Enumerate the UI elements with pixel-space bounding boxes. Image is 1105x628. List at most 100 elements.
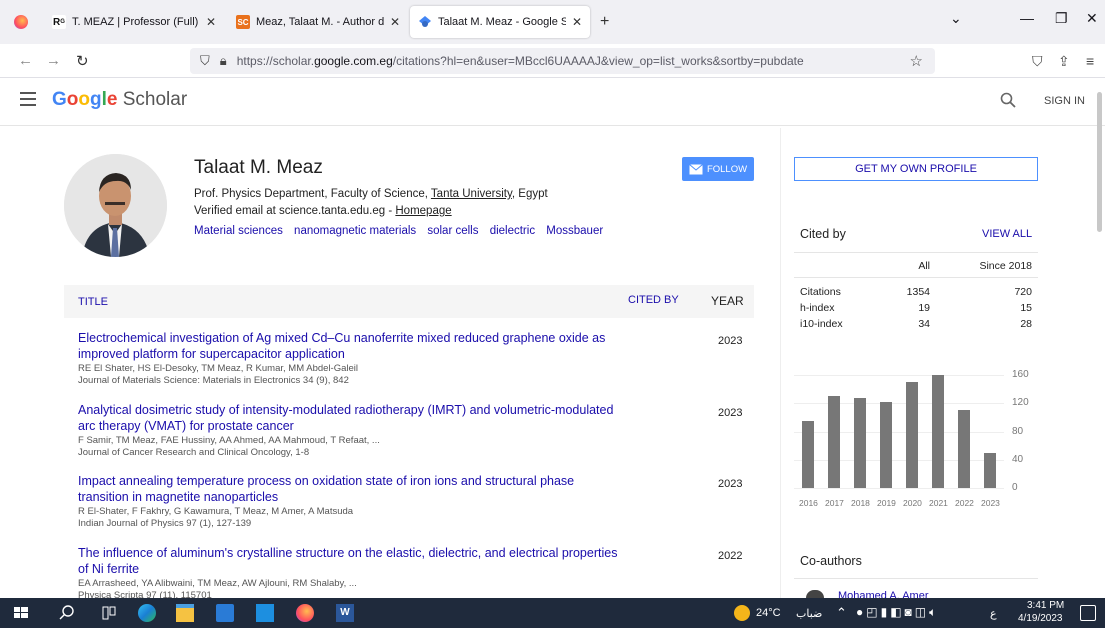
follow-label: FOLLOW bbox=[706, 163, 748, 175]
coauthors-title: Co-authors bbox=[800, 554, 862, 568]
windows-start-icon[interactable] bbox=[12, 604, 30, 622]
paper-title[interactable]: Electrochemical investigation of Ag mixe… bbox=[78, 331, 623, 362]
weather-icon[interactable] bbox=[734, 605, 750, 621]
search-icon[interactable] bbox=[1000, 92, 1016, 108]
input-language[interactable]: ع bbox=[990, 607, 997, 620]
clock-date[interactable]: 4/19/2023 bbox=[1018, 613, 1063, 624]
paper-authors: EA Arrasheed, YA Alibwaini, TM Meaz, AW … bbox=[78, 578, 357, 589]
chart-bar[interactable] bbox=[854, 398, 866, 488]
chart-x-tick: 2021 bbox=[929, 498, 948, 508]
logo-google: Google bbox=[52, 89, 118, 110]
sort-year[interactable]: YEAR bbox=[711, 294, 744, 308]
restore-icon[interactable]: ❐ bbox=[1055, 10, 1068, 27]
search-icon[interactable] bbox=[58, 604, 76, 622]
interest-link[interactable]: dielectric bbox=[490, 225, 535, 237]
pocket-icon[interactable]: ⛉ bbox=[1032, 53, 1043, 70]
interest-link[interactable]: Material sciences bbox=[194, 225, 283, 237]
chart-bar[interactable] bbox=[958, 410, 970, 488]
new-tab-icon[interactable]: + bbox=[600, 13, 609, 31]
word-icon[interactable]: W bbox=[336, 604, 354, 622]
paper-authors: F Samir, TM Meaz, FAE Hussiny, AA Ahmed,… bbox=[78, 435, 380, 446]
interest-link[interactable]: Mossbauer bbox=[546, 225, 603, 237]
stats-since: 28 bbox=[1020, 318, 1032, 330]
table-row: The influence of aluminum's crystalline … bbox=[64, 546, 754, 598]
paper-title[interactable]: Impact annealing temperature process on … bbox=[78, 474, 623, 505]
sort-title[interactable]: TITLE bbox=[78, 296, 108, 308]
scholar-logo[interactable]: Google Scholar bbox=[52, 89, 187, 111]
table-header: TITLE CITED BY YEAR bbox=[64, 285, 754, 318]
clock-time[interactable]: 3:41 PM bbox=[1027, 600, 1064, 611]
weather-desc[interactable]: ضباب bbox=[796, 607, 822, 620]
view-all-link[interactable]: VIEW ALL bbox=[982, 228, 1032, 240]
get-own-profile-button[interactable]: GET MY OWN PROFILE bbox=[794, 157, 1038, 181]
forward-icon[interactable]: → bbox=[46, 52, 61, 69]
column-divider bbox=[780, 128, 781, 598]
url-prefix: https://scholar. bbox=[236, 54, 315, 68]
firefox-icon[interactable] bbox=[296, 604, 314, 622]
notification-icon[interactable] bbox=[1080, 605, 1096, 621]
tray-icons[interactable]: ●◰▮◧◙◫🔈︎ bbox=[856, 605, 939, 620]
affil-link[interactable]: Tanta University bbox=[431, 188, 512, 200]
chart-bar[interactable] bbox=[906, 382, 918, 488]
edge-icon[interactable] bbox=[138, 604, 156, 622]
menu-icon[interactable] bbox=[20, 92, 36, 106]
stats-col-since: Since 2018 bbox=[979, 260, 1032, 272]
paper-title[interactable]: The influence of aluminum's crystalline … bbox=[78, 546, 623, 577]
tab-scholar[interactable]: Talaat M. Meaz - Google Scholar ✕ bbox=[410, 6, 590, 38]
paper-venue: Journal of Materials Science: Materials … bbox=[78, 375, 349, 386]
close-window-icon[interactable]: ✕ bbox=[1086, 10, 1098, 27]
paper-year: 2022 bbox=[718, 550, 743, 562]
homepage-link[interactable]: Homepage bbox=[395, 205, 451, 217]
chart-x-tick: 2017 bbox=[825, 498, 844, 508]
stats-row: i10-index 34 28 bbox=[794, 316, 1038, 332]
page-scrollbar[interactable] bbox=[1097, 92, 1102, 232]
tab-researchgate[interactable]: RG T. MEAZ | Professor (Full) | PhD ✕ bbox=[44, 6, 224, 38]
file-explorer-icon[interactable] bbox=[176, 604, 194, 622]
interest-link[interactable]: solar cells bbox=[427, 225, 478, 237]
scopus-icon: SC bbox=[236, 15, 250, 29]
stats-label[interactable]: Citations bbox=[800, 286, 841, 298]
chart-y-tick: 160 bbox=[1012, 369, 1029, 381]
paper-title[interactable]: Analytical dosimetric study of intensity… bbox=[78, 403, 623, 434]
coauthors-divider bbox=[794, 578, 1038, 579]
tray-chevron-icon[interactable]: ⌃ bbox=[836, 605, 847, 621]
chart-grid-line bbox=[794, 375, 1004, 377]
chart-bar[interactable] bbox=[932, 375, 944, 488]
paper-year: 2023 bbox=[718, 478, 743, 490]
chart-grid-line bbox=[794, 403, 1004, 405]
tab-list-chevron-icon[interactable]: ⌄ bbox=[950, 10, 962, 27]
tab-close-icon[interactable]: ✕ bbox=[206, 15, 216, 29]
weather-temp[interactable]: 24°C bbox=[756, 607, 781, 619]
hamburger-menu-icon[interactable]: ≡ bbox=[1086, 53, 1094, 69]
follow-button[interactable]: FOLLOW bbox=[682, 157, 754, 181]
back-icon[interactable]: ← bbox=[18, 52, 33, 69]
tab-close-icon[interactable]: ✕ bbox=[390, 15, 400, 29]
stats-all: 1354 bbox=[906, 286, 930, 298]
reload-icon[interactable]: ↻ bbox=[76, 52, 89, 70]
address-bar[interactable]: ⛉ 🔒︎ https://scholar. google.com.eg/citat… bbox=[190, 48, 935, 74]
interest-link[interactable]: nanomagnetic materials bbox=[294, 225, 416, 237]
minimize-icon[interactable]: — bbox=[1020, 10, 1034, 26]
chart-bar[interactable] bbox=[984, 452, 996, 488]
tab-scopus[interactable]: SC Meaz, Talaat M. - Author details ✕ bbox=[228, 6, 408, 38]
stats-all: 19 bbox=[918, 302, 930, 314]
stats-label[interactable]: h-index bbox=[800, 302, 834, 314]
firefox-icon[interactable] bbox=[14, 15, 28, 29]
tab-close-icon[interactable]: ✕ bbox=[572, 15, 582, 29]
chart-bar[interactable] bbox=[880, 401, 892, 488]
sort-cited-by[interactable]: CITED BY bbox=[628, 294, 679, 306]
tab-label: Talaat M. Meaz - Google Scholar bbox=[438, 16, 566, 28]
task-view-icon[interactable] bbox=[100, 604, 118, 622]
sign-in-link[interactable]: SIGN IN bbox=[1044, 95, 1085, 107]
share-icon[interactable]: ⇪ bbox=[1058, 53, 1070, 70]
mail-icon[interactable] bbox=[256, 604, 274, 622]
profile-affiliation: Prof. Physics Department, Faculty of Sci… bbox=[194, 188, 548, 200]
shield-icon: ⛉ bbox=[200, 53, 210, 68]
stats-label[interactable]: i10-index bbox=[800, 318, 843, 330]
bookmark-star-icon[interactable]: ☆ bbox=[910, 52, 923, 70]
chart-x-tick: 2019 bbox=[877, 498, 896, 508]
chart-bar[interactable] bbox=[802, 420, 814, 488]
paper-authors: R El-Shater, F Fakhry, G Kawamura, T Mea… bbox=[78, 506, 354, 517]
chart-bar[interactable] bbox=[828, 396, 840, 488]
store-icon[interactable] bbox=[216, 604, 234, 622]
